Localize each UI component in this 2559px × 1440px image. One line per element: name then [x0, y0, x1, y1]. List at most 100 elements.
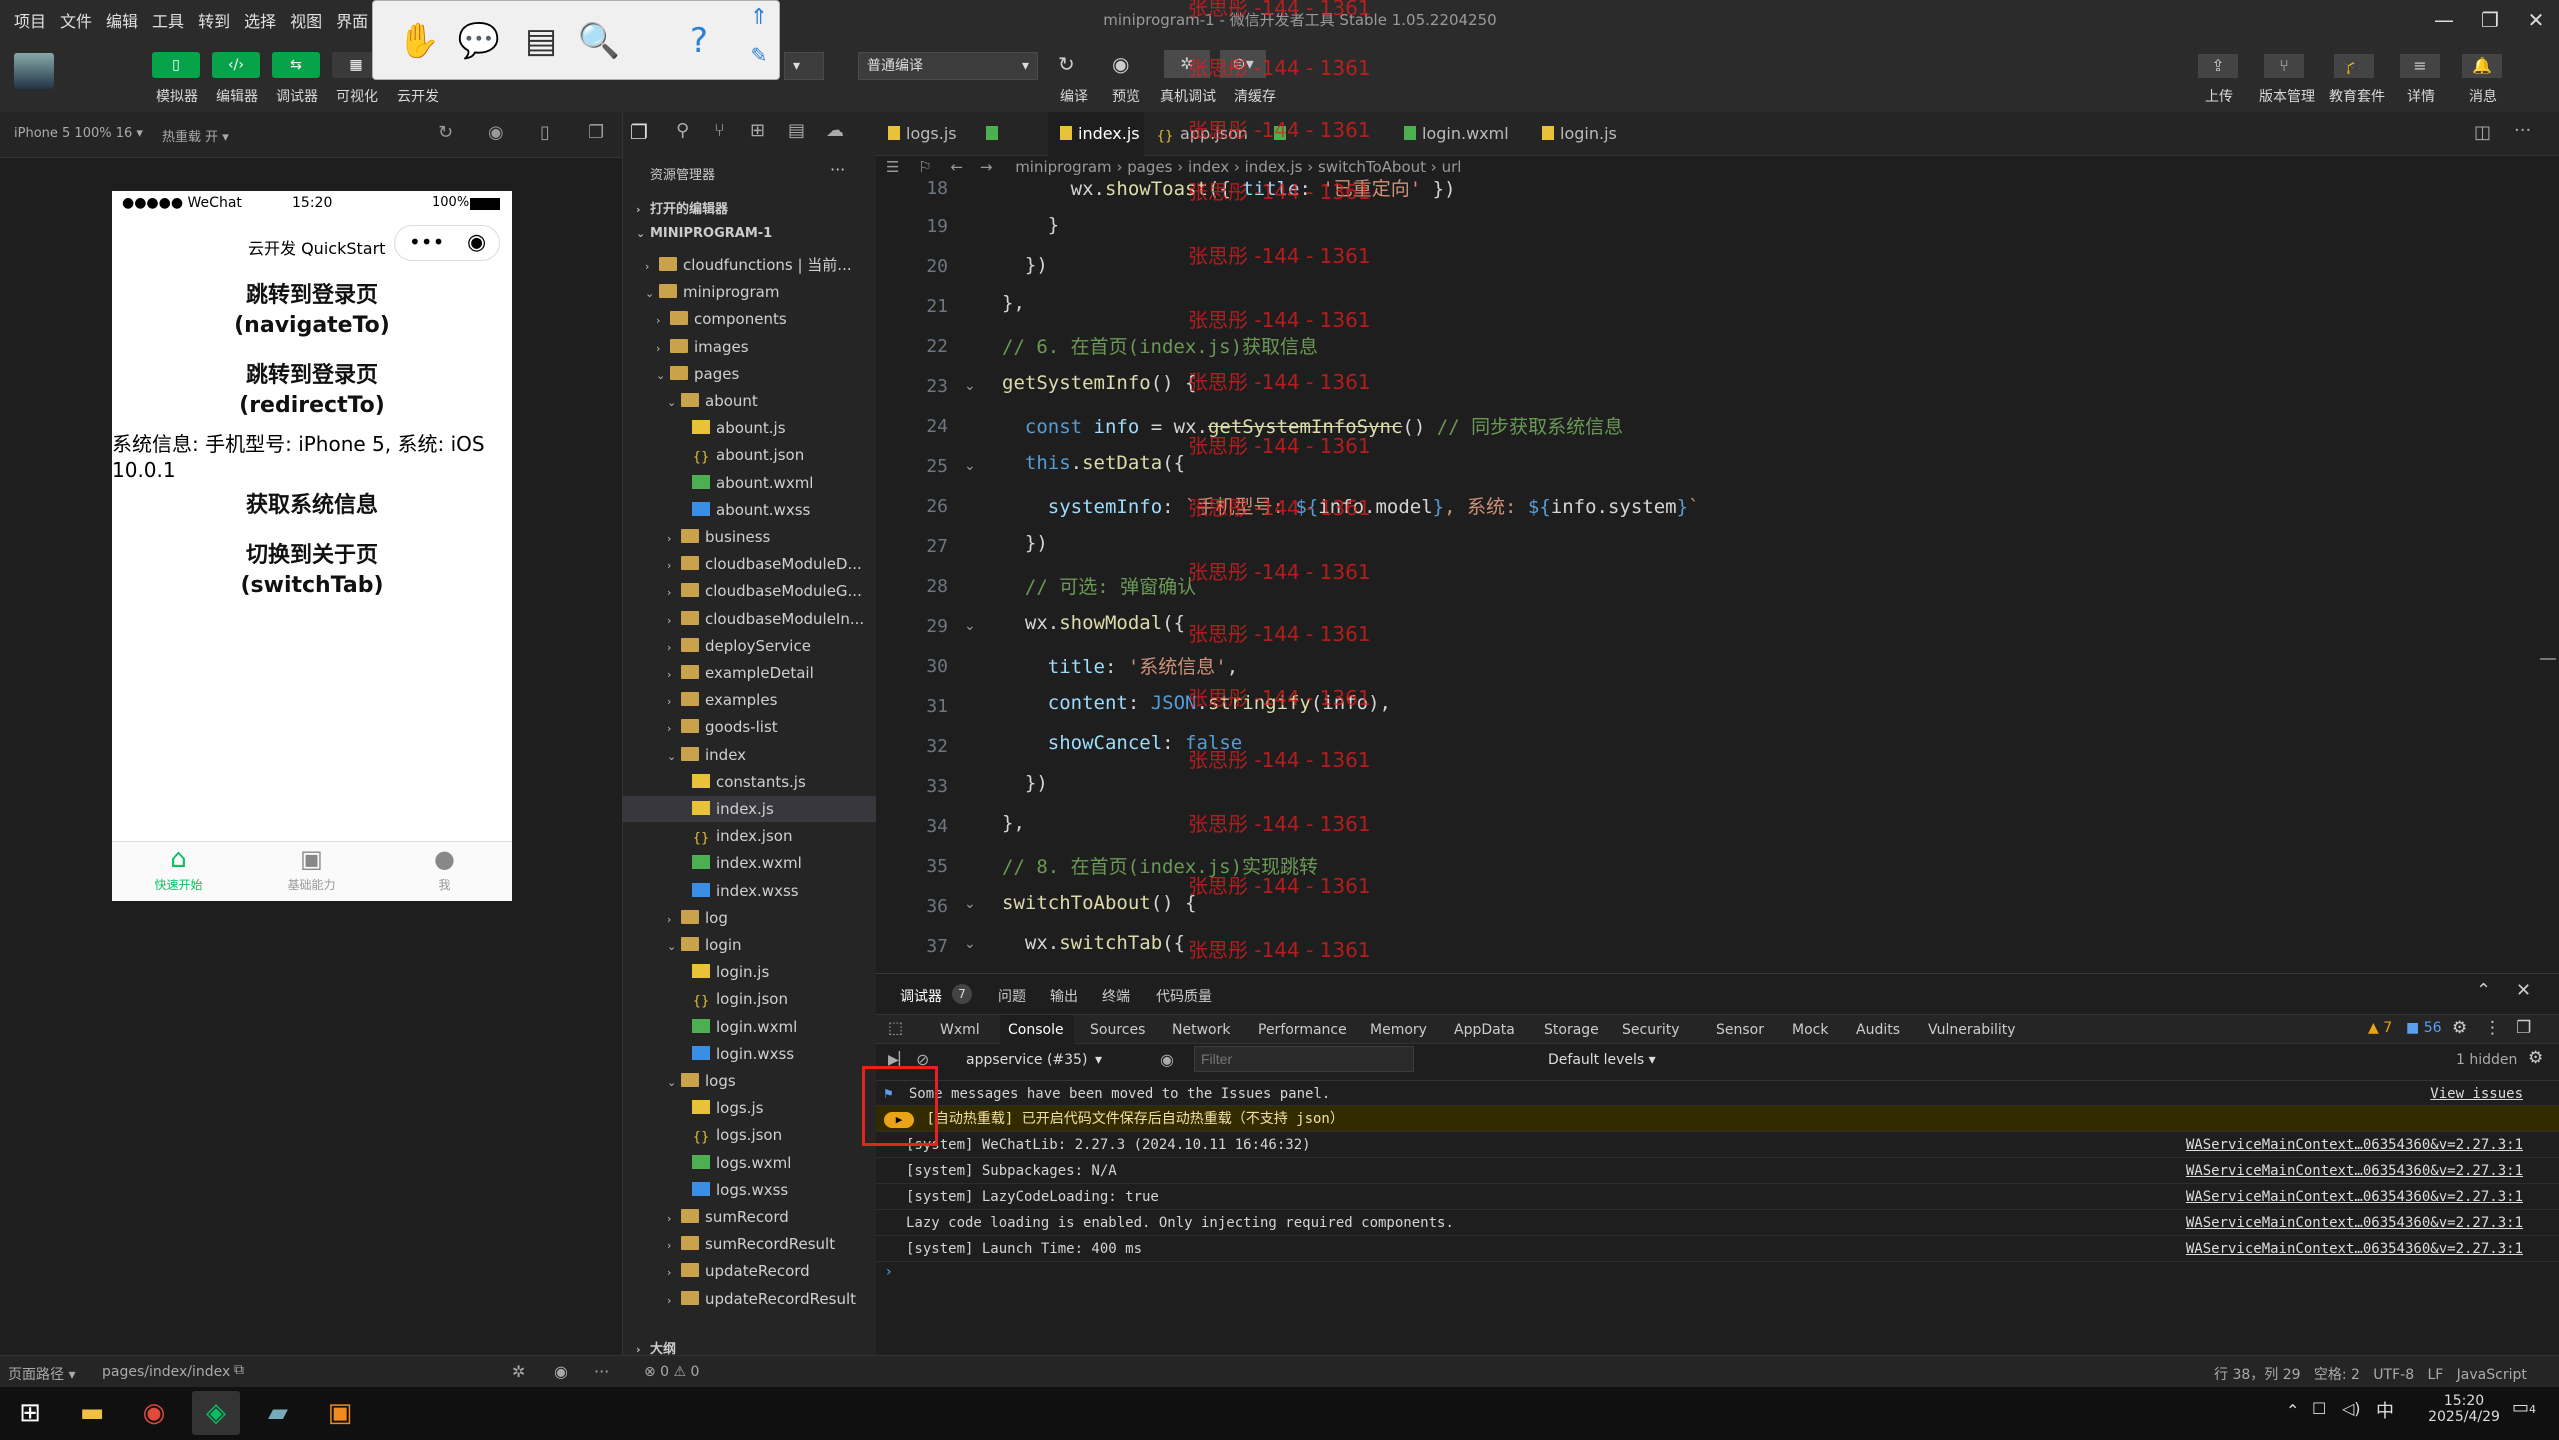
bug-icon[interactable]: ✲: [512, 1362, 525, 1381]
minimize-button[interactable]: —: [2424, 4, 2464, 36]
cloud-icon[interactable]: ☁: [826, 120, 844, 141]
menu-file[interactable]: 文件: [60, 8, 92, 32]
tree-item[interactable]: ⌄ abount: [622, 388, 876, 414]
navigate-to-login-button[interactable]: 跳转到登录页 (navigateTo): [112, 281, 512, 341]
tree-item[interactable]: › sumRecord: [622, 1204, 876, 1230]
start-icon[interactable]: ⊞: [6, 1391, 54, 1435]
panel-memory[interactable]: Memory: [1370, 1022, 1427, 1038]
source-link[interactable]: WAServiceMainContext…06354360&v=2.27.3:1: [2186, 1132, 2523, 1158]
message-bell-icon[interactable]: 🔔: [2462, 54, 2502, 78]
dock-icon[interactable]: ❐: [2516, 1018, 2531, 1038]
panel-network[interactable]: Network: [1172, 1022, 1230, 1038]
clear-cache-label[interactable]: 清缓存: [1228, 86, 1282, 106]
message-label[interactable]: 消息: [2456, 86, 2510, 106]
preview-eye-icon[interactable]: ◉: [554, 1362, 568, 1381]
tree-item[interactable]: logs.js: [622, 1095, 876, 1121]
source-link[interactable]: WAServiceMainContext…06354360&v=2.27.3:1: [2186, 1184, 2523, 1210]
status-more-icon[interactable]: ···: [594, 1362, 609, 1381]
fold-icon[interactable]: ⌄: [964, 458, 976, 474]
fold-icon[interactable]: ⌄: [964, 618, 976, 634]
layout-icon[interactable]: ▤: [788, 120, 805, 141]
page-path-select[interactable]: 页面路径 ▾: [8, 1364, 75, 1384]
back-icon[interactable]: ←: [950, 158, 963, 176]
warning-count[interactable]: ▲ 7: [2368, 1020, 2392, 1036]
console-filter-input[interactable]: [1194, 1046, 1414, 1072]
tab-issues[interactable]: 问题: [998, 986, 1026, 1006]
tree-item[interactable]: › cloudbaseModuleG...: [622, 578, 876, 604]
panel-performance[interactable]: Performance: [1258, 1022, 1347, 1038]
tree-item[interactable]: › business: [622, 524, 876, 550]
levels-select[interactable]: Default levels ▾: [1548, 1052, 1656, 1068]
view-issues-link[interactable]: View issues: [2430, 1081, 2523, 1107]
tab-me[interactable]: ● 我: [378, 842, 511, 902]
device-select[interactable]: iPhone 5 100% 16 ▾: [14, 126, 143, 141]
maximize-button[interactable]: ❐: [2470, 4, 2510, 36]
tab-quality[interactable]: 代码质量: [1156, 986, 1212, 1006]
crumb-index[interactable]: index: [1188, 158, 1229, 176]
tree-item[interactable]: abount.wxml: [622, 470, 876, 496]
tree-item[interactable]: ⌄ logs: [622, 1068, 876, 1094]
editor-more-icon[interactable]: ···: [2514, 120, 2531, 141]
compile-label[interactable]: 编译: [1054, 86, 1094, 106]
tree-item[interactable]: login.js: [622, 959, 876, 985]
problems-count[interactable]: ⊗ 0 ⚠ 0: [644, 1364, 699, 1380]
switch-to-about-button[interactable]: 切换到关于页 (switchTab): [112, 541, 512, 601]
search-icon[interactable]: ⚲: [676, 120, 689, 141]
panel-appdata[interactable]: AppData: [1454, 1022, 1515, 1038]
git-icon[interactable]: ⑂: [714, 120, 725, 141]
comment-icon[interactable]: 💬: [453, 15, 505, 67]
notepad-icon[interactable]: ▰: [254, 1391, 302, 1435]
panel-security[interactable]: Security: [1622, 1022, 1680, 1038]
menu-goto[interactable]: 转到: [198, 8, 230, 32]
editor-tab[interactable]: index.js ✕: [1048, 112, 1144, 187]
tree-item[interactable]: › updateRecord: [622, 1258, 876, 1284]
menu-view[interactable]: 视图: [290, 8, 322, 32]
console-prompt[interactable]: ›: [886, 1264, 892, 1280]
version-label[interactable]: 版本管理: [2252, 86, 2322, 106]
crumb-pages[interactable]: pages: [1127, 158, 1172, 176]
tree-item[interactable]: › goods-list: [622, 714, 876, 740]
menu-select[interactable]: 选择: [244, 8, 276, 32]
debugger-toggle-button[interactable]: ⇆: [272, 52, 320, 78]
fold-icon[interactable]: ⌄: [964, 936, 976, 952]
code-editor[interactable]: 18 wx.showToast({ title: '已重定向' }) 19 } …: [876, 178, 2559, 973]
tree-item[interactable]: abount.wxss: [622, 497, 876, 523]
panel-storage[interactable]: Storage: [1544, 1022, 1599, 1038]
phone-icon[interactable]: ▯: [540, 122, 550, 143]
get-system-info-button[interactable]: 获取系统信息: [112, 491, 512, 521]
fold-icon[interactable]: ⌄: [964, 378, 976, 394]
editor-tab[interactable]: login.js: [1530, 112, 1628, 156]
details-icon[interactable]: ≡: [2400, 54, 2440, 78]
panel-vulnerability[interactable]: Vulnerability: [1928, 1022, 2016, 1038]
volume-icon[interactable]: ◁): [2342, 1399, 2361, 1418]
more-icon[interactable]: •••: [409, 230, 444, 254]
collapse-icon[interactable]: ⇑: [745, 5, 773, 35]
eye-icon[interactable]: ◉: [1160, 1050, 1174, 1069]
panel-console[interactable]: Console: [1008, 1022, 1064, 1038]
upload-icon[interactable]: ⇪: [2198, 54, 2238, 78]
tree-item[interactable]: › cloudbaseModuleIn...: [622, 606, 876, 632]
preview-icon[interactable]: ◉: [1112, 52, 1129, 76]
compile-mode-select[interactable]: 普通编译 ▾: [858, 52, 1038, 80]
chrome-icon[interactable]: ◉: [130, 1391, 178, 1435]
hotreload-toggle[interactable]: 热重载 开 ▾: [162, 126, 229, 145]
tree-item[interactable]: login.wxml: [622, 1014, 876, 1040]
tree-item[interactable]: logs.wxss: [622, 1177, 876, 1203]
close-mini-icon[interactable]: ◉: [467, 230, 486, 255]
console-settings-icon[interactable]: ⚙: [2528, 1048, 2543, 1068]
panel-audits[interactable]: Audits: [1856, 1022, 1900, 1038]
simulator-toggle-button[interactable]: ▯: [152, 52, 200, 78]
document-icon[interactable]: ▤: [515, 15, 567, 67]
tray-arrow-icon[interactable]: ⌃: [2286, 1401, 2299, 1420]
cursor-info[interactable]: 行 38，列 29 空格: 2 UTF-8 LF JavaScript: [2214, 1364, 2527, 1384]
menu-edit[interactable]: 编辑: [106, 8, 138, 32]
avatar[interactable]: [14, 53, 54, 89]
tree-item[interactable]: ⌄ pages: [622, 361, 876, 387]
tree-item[interactable]: abount.js: [622, 415, 876, 441]
rotate-icon[interactable]: ↻: [438, 122, 453, 143]
tab-quickstart[interactable]: ⌂ 快速开始: [112, 842, 245, 902]
source-link[interactable]: WAServiceMainContext…06354360&v=2.27.3:1: [2186, 1158, 2523, 1184]
toc-icon[interactable]: ☰: [886, 158, 899, 176]
tree-item[interactable]: index.js: [622, 796, 876, 822]
upload-label[interactable]: 上传: [2192, 86, 2246, 106]
